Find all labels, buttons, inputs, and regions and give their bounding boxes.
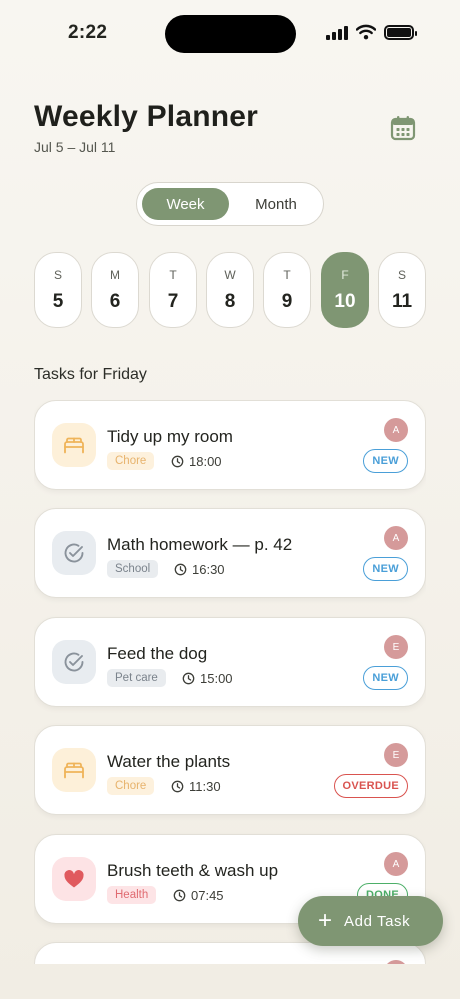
day-mon-6[interactable]: M 6	[91, 252, 139, 328]
task-title: Math homework — p. 42	[107, 535, 293, 554]
day-number: 8	[224, 291, 236, 312]
day-wed-8[interactable]: W 8	[206, 252, 254, 328]
task-title: Brush teeth & wash up	[107, 861, 279, 880]
day-number: 9	[281, 291, 293, 312]
clock-icon	[174, 563, 187, 575]
task-card[interactable]: Math homework — p. 42 School 16:30 A NEW	[34, 508, 426, 598]
section-title: Tasks for Friday	[34, 366, 147, 383]
task-title: Tidy up my room	[107, 427, 233, 446]
day-number: 7	[167, 291, 179, 312]
tab-month[interactable]: Month	[233, 188, 319, 220]
time-value: 16:30	[192, 561, 225, 577]
day-fri-10[interactable]: F 10	[321, 252, 369, 328]
clock-icon	[171, 780, 184, 792]
clock-icon	[171, 455, 184, 467]
check-circle-icon	[52, 640, 96, 684]
task-title: Feed the dog	[107, 644, 208, 663]
category-tag: Chore	[107, 777, 155, 795]
day-of-week: T	[169, 268, 177, 282]
day-strip: S 5 M 6 T 7 W 8 T 9 F 10 S 11	[34, 252, 426, 328]
day-number: 10	[334, 291, 356, 312]
status-bar: 2:22	[0, 0, 460, 70]
status-badge: NEW	[363, 449, 408, 473]
day-thu-9[interactable]: T 9	[263, 252, 311, 328]
status-badge: OVERDUE	[333, 774, 408, 798]
task-time: 15:00	[182, 669, 233, 687]
day-of-week: W	[224, 268, 236, 282]
status-icons	[326, 24, 417, 40]
task-title: Water the plants	[107, 752, 231, 771]
day-sat-11[interactable]: S 11	[378, 252, 426, 328]
page-title: Weekly Planner	[34, 100, 259, 133]
day-sun-5[interactable]: S 5	[34, 252, 82, 328]
bed-icon	[52, 423, 96, 467]
time-value: 07:45	[191, 887, 224, 903]
day-of-week: S	[397, 268, 406, 282]
clock-icon	[182, 672, 195, 684]
day-number: 11	[391, 291, 413, 312]
plus-icon: +	[318, 907, 333, 934]
task-list: Tidy up my room Chore 18:00 A NEW Math h…	[34, 400, 426, 964]
avatar: E	[384, 635, 408, 659]
heart-icon	[52, 857, 96, 901]
battery-icon	[384, 24, 417, 40]
task-time: 07:45	[173, 886, 224, 904]
avatar: A	[384, 852, 408, 876]
add-task-button[interactable]: + Add Task	[298, 896, 443, 946]
status-badge: NEW	[363, 666, 408, 690]
day-tue-7[interactable]: T 7	[149, 252, 197, 328]
status-time: 2:22	[68, 22, 108, 43]
day-of-week: M	[110, 268, 120, 282]
day-number: 6	[109, 291, 121, 312]
day-of-week: T	[283, 268, 291, 282]
task-time: 18:00	[171, 452, 222, 470]
category-tag: Health	[107, 886, 157, 904]
category-tag: Pet care	[107, 669, 166, 687]
add-task-label: Add Task	[344, 912, 411, 930]
bed-icon	[52, 748, 96, 792]
clock-icon	[173, 889, 186, 901]
time-value: 15:00	[200, 670, 233, 686]
avatar: A	[384, 526, 408, 550]
category-tag: School	[107, 560, 159, 578]
status-badge: NEW	[363, 557, 408, 581]
wifi-icon	[356, 24, 376, 40]
avatar	[384, 960, 408, 964]
check-circle-icon	[52, 531, 96, 575]
calendar-button[interactable]	[389, 114, 417, 142]
time-value: 18:00	[189, 453, 222, 469]
task-time: 11:30	[171, 777, 221, 795]
avatar: E	[384, 743, 408, 767]
day-of-week: S	[53, 268, 62, 282]
task-card[interactable]: Feed the dog Pet care 15:00 E NEW	[34, 617, 426, 707]
day-number: 5	[52, 291, 64, 312]
day-of-week: F	[341, 268, 349, 282]
avatar: A	[384, 418, 408, 442]
category-tag: Chore	[107, 452, 155, 470]
time-value: 11:30	[189, 778, 221, 794]
task-card[interactable]: Water the plants Chore 11:30 E OVERDUE	[34, 725, 426, 815]
calendar-icon	[390, 116, 416, 141]
cellular-signal-icon	[326, 25, 348, 40]
task-time: 16:30	[174, 560, 225, 578]
task-card[interactable]: Tidy up my room Chore 18:00 A NEW	[34, 400, 426, 490]
date-range: Jul 5 – Jul 11	[34, 139, 116, 155]
tab-week[interactable]: Week	[142, 188, 229, 220]
dynamic-island	[165, 15, 296, 53]
view-toggle: Week Month	[136, 182, 324, 226]
